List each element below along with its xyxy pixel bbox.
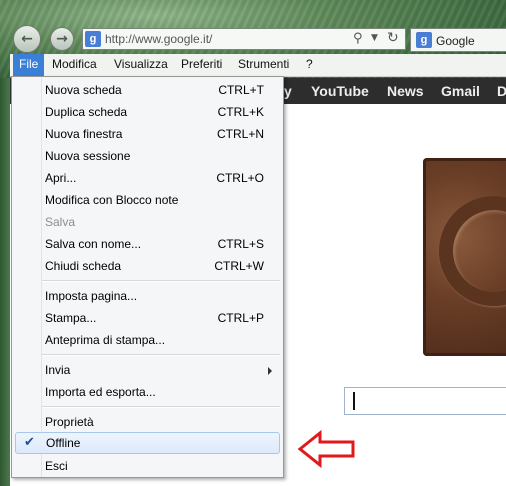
menu-item-importa-esporta[interactable]: Importa ed esporta... (15, 381, 280, 403)
annotation-arrow-icon (298, 430, 355, 468)
chevron-down-icon[interactable]: ▼ (371, 33, 378, 43)
tab-title: Google (436, 34, 475, 48)
submenu-arrow-icon (268, 367, 272, 375)
menu-item-nuova-finestra[interactable]: Nuova finestra CTRL+N (15, 123, 280, 145)
address-bar[interactable]: g http://www.google.it/ ⚲ ▼ ↻ (82, 28, 406, 50)
menu-item-modifica-blocco-note[interactable]: Modifica con Blocco note (15, 189, 280, 211)
menu-item-offline[interactable]: ✔ Offline (15, 432, 280, 454)
back-arrow-icon: ← (21, 31, 33, 47)
menu-separator (42, 354, 280, 356)
menu-item-stampa[interactable]: Stampa... CTRL+P (15, 307, 280, 329)
window-border (0, 78, 10, 486)
doodle-g-letter (439, 196, 506, 306)
google-favicon-icon: g (416, 32, 432, 48)
menu-item-anteprima-stampa[interactable]: Anteprima di stampa... (15, 329, 280, 351)
menu-visualizza[interactable]: Visualizza (108, 54, 174, 76)
gbar-item-youtube[interactable]: YouTube (311, 78, 369, 104)
menu-item-chiudi-scheda[interactable]: Chiudi scheda CTRL+W (15, 255, 280, 277)
menu-separator (42, 280, 280, 282)
menu-item-invia[interactable]: Invia (15, 359, 280, 381)
menu-preferiti[interactable]: Preferiti (175, 54, 228, 76)
search-icon[interactable]: ⚲ (353, 31, 363, 46)
menu-strumenti[interactable]: Strumenti (232, 54, 295, 76)
menu-item-salva: Salva (45, 215, 76, 229)
menu-item-nuova-scheda[interactable]: Nuova scheda CTRL+T (15, 79, 280, 101)
back-button[interactable]: ← (13, 25, 41, 53)
checkmark-icon: ✔ (24, 435, 35, 450)
gbar-item-gmail[interactable]: Gmail (441, 78, 480, 104)
menu-item-apri[interactable]: Apri... CTRL+O (15, 167, 280, 189)
menu-bar: File Modifica Visualizza Preferiti Strum… (10, 54, 506, 77)
menu-item-imposta-pagina[interactable]: Imposta pagina... (15, 285, 280, 307)
menu-item-salva-con-nome[interactable]: Salva con nome... CTRL+S (15, 233, 280, 255)
menu-item-proprieta[interactable]: Proprietà (15, 411, 280, 433)
forward-button[interactable]: → (50, 27, 74, 51)
browser-window: ← → g http://www.google.it/ ⚲ ▼ ↻ g Goog… (0, 0, 506, 486)
text-caret (353, 392, 355, 410)
gbar-item-partial[interactable]: y (284, 78, 292, 104)
google-doodle[interactable] (423, 158, 506, 356)
forward-arrow-icon: → (56, 31, 68, 47)
menu-item-esci[interactable]: Esci (15, 455, 280, 477)
menu-file[interactable]: File (13, 54, 45, 76)
file-menu: Nuova scheda CTRL+T Duplica scheda CTRL+… (11, 76, 284, 478)
menu-help[interactable]: ? (300, 54, 319, 76)
address-text[interactable]: http://www.google.it/ (105, 32, 212, 46)
menu-modifica[interactable]: Modifica (46, 54, 103, 76)
tab-google[interactable]: g Google (410, 28, 506, 52)
google-search-input[interactable] (344, 387, 506, 415)
menu-item-duplica-scheda[interactable]: Duplica scheda CTRL+K (15, 101, 280, 123)
gbar-item-more[interactable]: D (497, 78, 506, 104)
refresh-icon[interactable]: ↻ (387, 30, 399, 46)
google-favicon-icon: g (85, 31, 101, 47)
gbar-item-news[interactable]: News (387, 78, 424, 104)
menu-item-nuova-sessione[interactable]: Nuova sessione (15, 145, 280, 167)
menu-separator (42, 406, 280, 408)
